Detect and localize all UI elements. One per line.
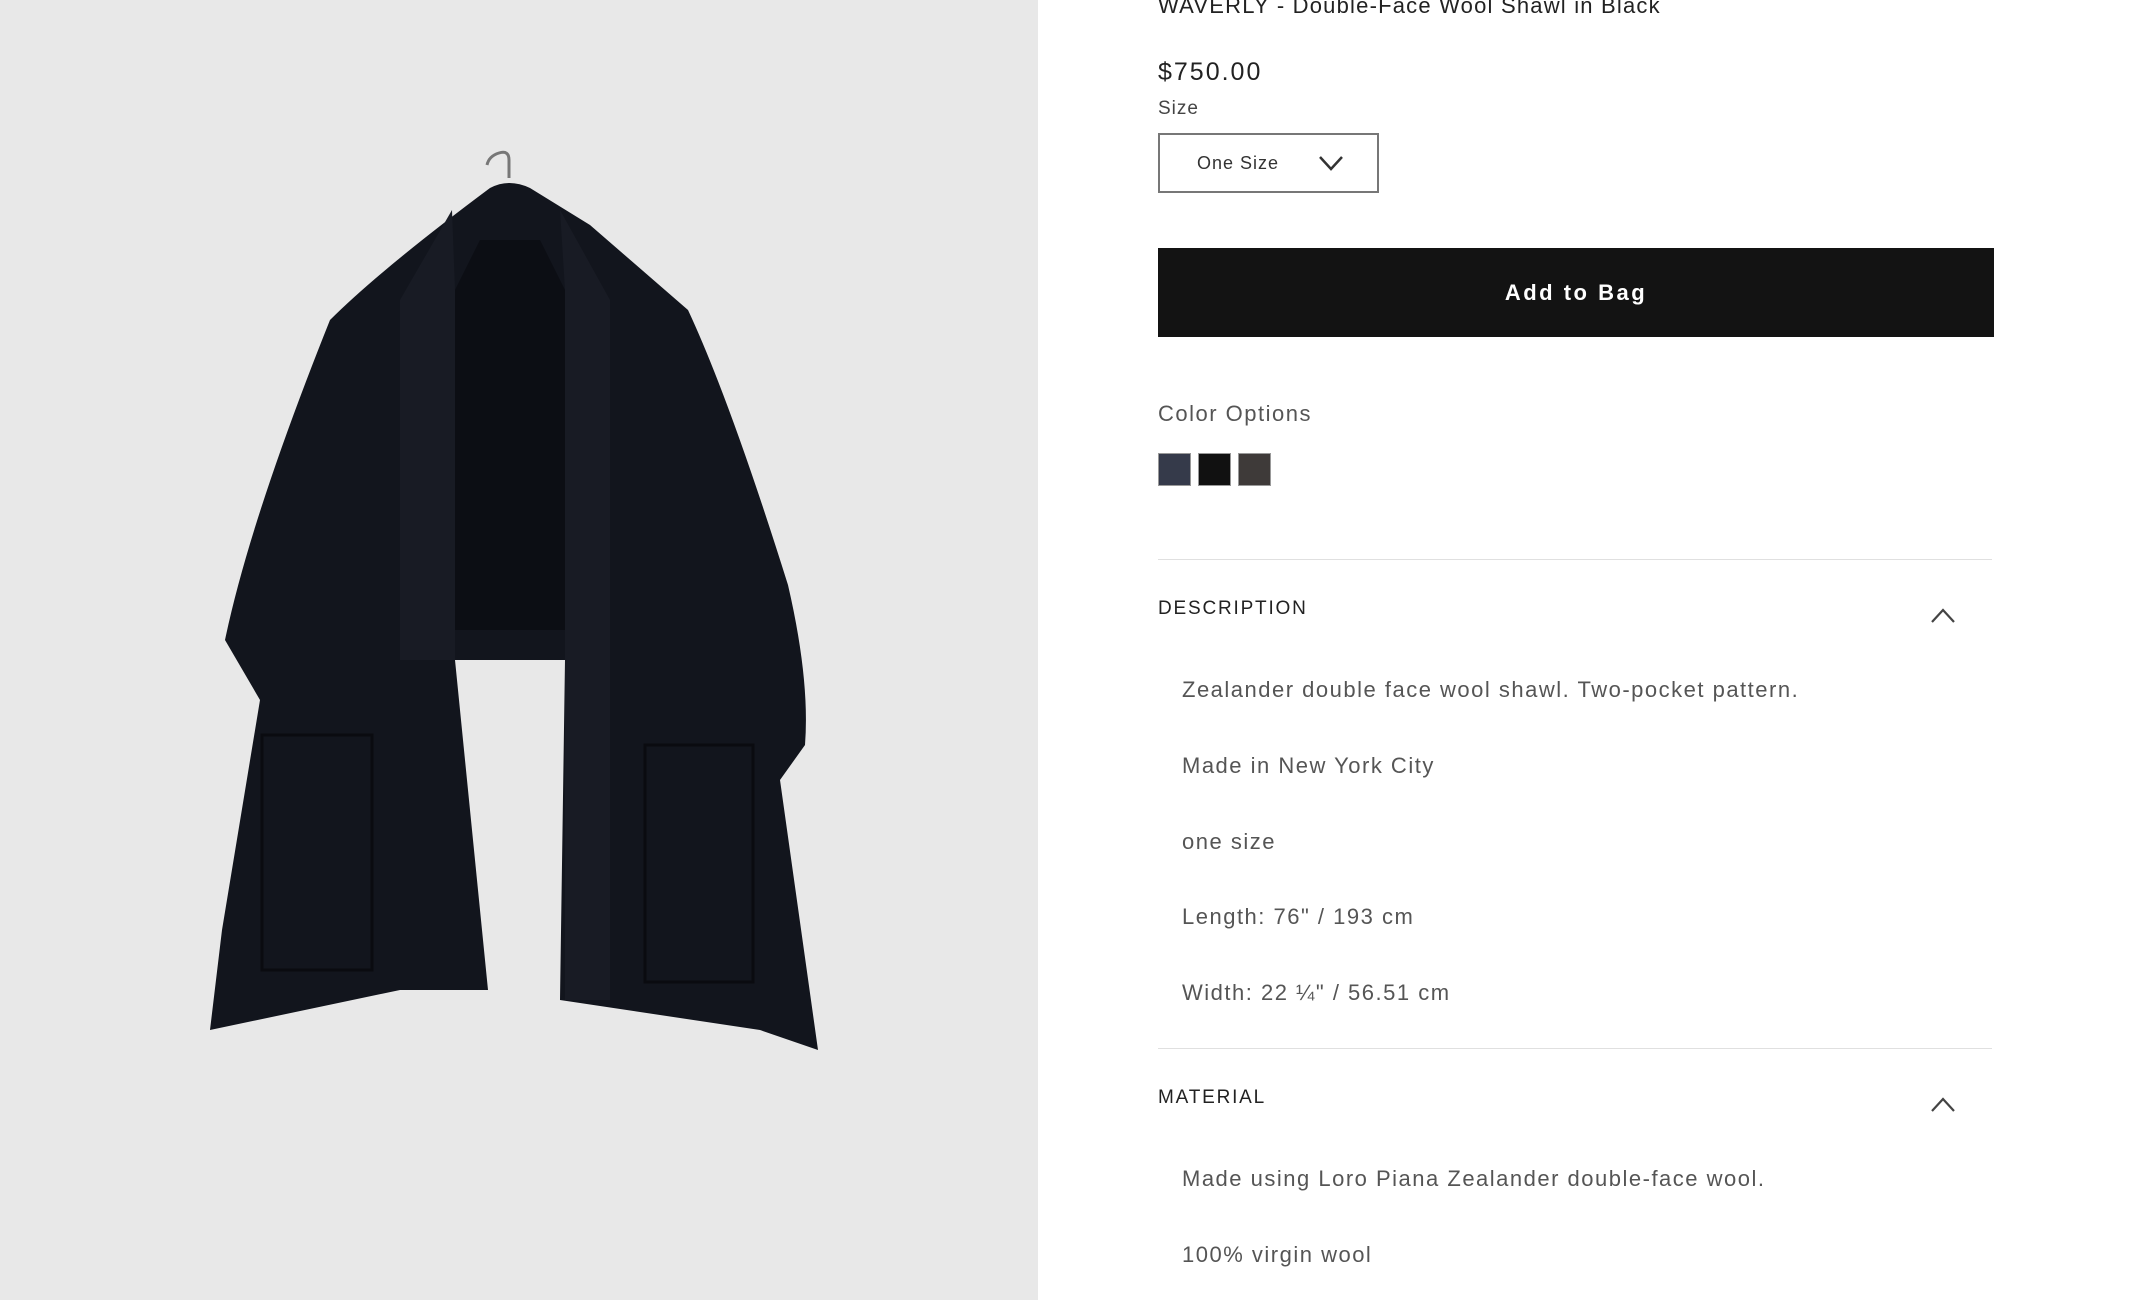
description-line: one size	[1182, 829, 1276, 854]
description-line: Width: 22 ¼" / 56.51 cm	[1182, 980, 1451, 1005]
color-swatches	[1158, 453, 1271, 486]
divider	[1158, 559, 1992, 560]
color-swatch-navy[interactable]	[1158, 453, 1191, 486]
size-selected-value: One Size	[1197, 152, 1280, 173]
description-header[interactable]: DESCRIPTION	[1158, 598, 1308, 620]
product-title: WAVERLY - Double-Face Wool Shawl in Blac…	[1158, 0, 1661, 18]
description-line: Made in New York City	[1182, 753, 1435, 778]
product-price: $750.00	[1158, 58, 1263, 86]
color-options-label: Color Options	[1158, 401, 1313, 426]
product-details: WAVERLY - Double-Face Wool Shawl in Blac…	[1158, 0, 1994, 1300]
material-line: Made using Loro Piana Zealander double-f…	[1182, 1166, 1766, 1191]
size-label: Size	[1158, 98, 1199, 119]
product-image	[0, 0, 1038, 1300]
color-swatch-charcoal[interactable]	[1238, 453, 1271, 486]
color-swatch-black[interactable]	[1198, 453, 1231, 486]
description-line: Length: 76" / 193 cm	[1182, 904, 1415, 929]
chevron-up-icon[interactable]	[1930, 607, 1956, 630]
chevron-up-icon[interactable]	[1930, 1096, 1956, 1119]
size-select[interactable]: One Size	[1158, 133, 1379, 193]
chevron-down-icon	[1318, 154, 1344, 177]
divider	[1158, 1048, 1992, 1049]
add-to-bag-button[interactable]: Add to Bag	[1158, 248, 1994, 337]
material-line: 100% virgin wool	[1182, 1242, 1373, 1267]
material-header[interactable]: MATERIAL	[1158, 1087, 1266, 1109]
shawl-image	[210, 150, 818, 1050]
description-line: Zealander double face wool shawl. Two-po…	[1182, 677, 1800, 702]
